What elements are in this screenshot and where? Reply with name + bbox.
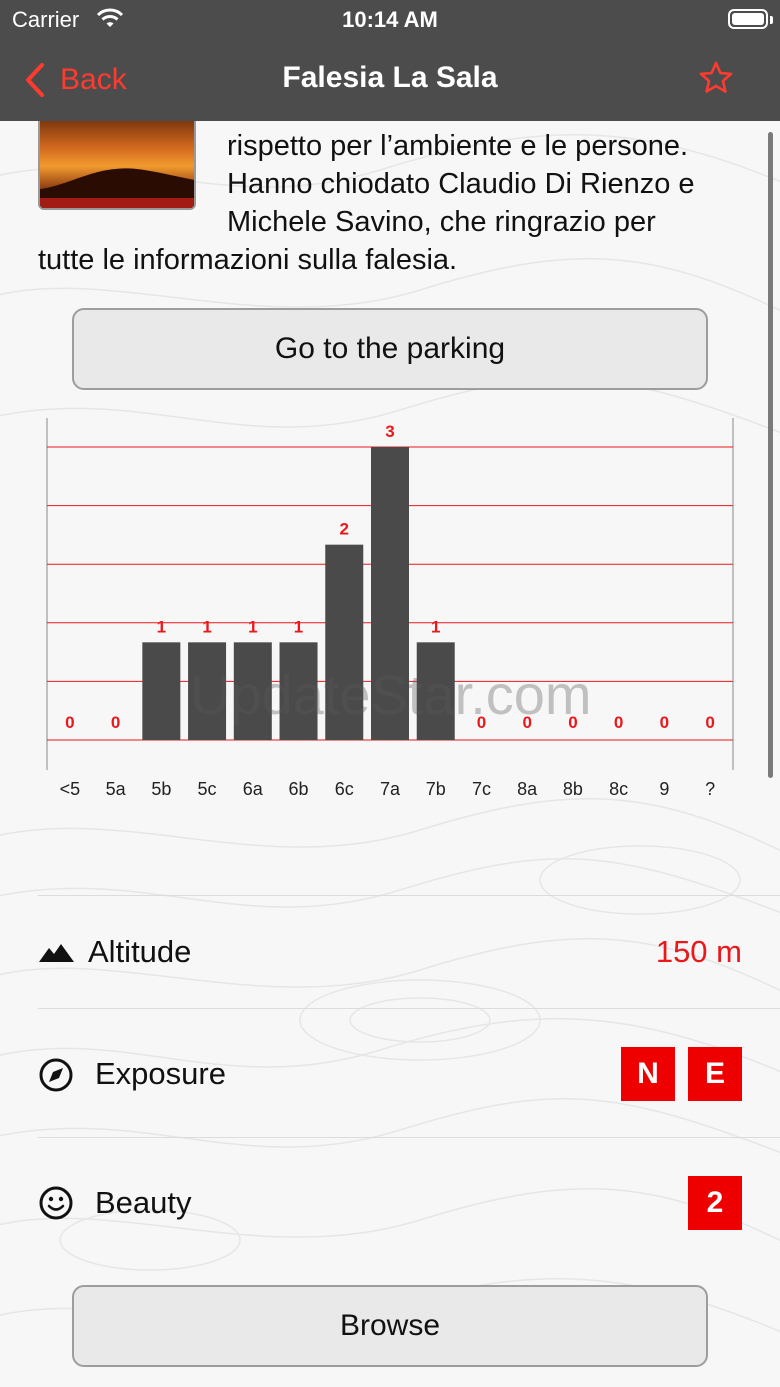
mountain-icon <box>39 944 74 962</box>
separator <box>38 1137 780 1138</box>
exposure-label: Exposure <box>95 1056 226 1091</box>
crag-description: rispetto per l’ambiente e le persone. Ha… <box>38 127 748 279</box>
bar-value-label: 0 <box>65 713 74 732</box>
x-tick-label: 8b <box>563 779 583 799</box>
grade-chart-svg: 0<505a15b15c16a16b26c37a17b07c08a08b08c0… <box>46 418 734 799</box>
bar-5b <box>142 642 181 740</box>
compass-icon <box>39 1058 73 1092</box>
description-line: Hanno chiodato Claudio Di Rienzo e <box>227 168 695 200</box>
beauty-label: Beauty <box>95 1185 192 1220</box>
battery-icon <box>728 9 768 29</box>
bar-value-label: 0 <box>614 713 623 732</box>
bar-value-label: 1 <box>431 617 440 636</box>
x-tick-label: <5 <box>60 779 81 799</box>
bar-value-label: 0 <box>111 713 120 732</box>
description-line: Michele Savino, che ringrazio per <box>227 206 656 238</box>
browse-button[interactable]: Browse <box>72 1285 708 1367</box>
x-tick-label: 6c <box>335 779 354 799</box>
description-line: tutte le informazioni sulla falesia. <box>38 244 458 276</box>
content-scroll[interactable]: rispetto per l’ambiente e le persone. Ha… <box>0 121 780 1387</box>
page-title: Falesia La Sala <box>282 61 498 94</box>
bar-value-label: 2 <box>340 520 349 539</box>
x-tick-label: 6a <box>243 779 264 799</box>
x-tick-label: 8c <box>609 779 628 799</box>
beauty-badge: 2 <box>688 1176 742 1230</box>
favorite-star-icon[interactable] <box>698 60 734 101</box>
x-tick-label: 5a <box>106 779 127 799</box>
status-bar: Carrier 10:14 AM <box>0 0 780 40</box>
x-tick-label: 5b <box>151 779 171 799</box>
x-tick-label: 8a <box>517 779 538 799</box>
altitude-label: Altitude <box>88 934 192 969</box>
go-to-parking-button[interactable]: Go to the parking <box>72 308 708 390</box>
x-tick-label: ? <box>705 779 715 799</box>
separator <box>38 1008 780 1009</box>
clock: 10:14 AM <box>342 7 438 32</box>
bar-value-label: 1 <box>294 617 303 636</box>
x-tick-label: 9 <box>659 779 669 799</box>
navigation-bar: Back Falesia La Sala <box>0 40 780 121</box>
altitude-value: 150 m <box>655 934 742 969</box>
grade-distribution-chart: 0 <5 0 5a 1 5b 1 5c 1 6a 1 6b 2 6c 3 7a 1 7b 0 7c 0 8a 0 8b 0 8c 0… <box>0 418 780 818</box>
bar-value-label: 1 <box>248 617 257 636</box>
smiley-icon <box>39 1186 73 1220</box>
separator <box>38 895 780 896</box>
battery-tip <box>770 16 773 24</box>
bar-value-label: 1 <box>202 617 211 636</box>
x-tick-label: 7c <box>472 779 491 799</box>
x-tick-label: 7a <box>380 779 401 799</box>
exposure-badge-e: E <box>688 1047 742 1101</box>
bar-value-label: 1 <box>157 617 166 636</box>
x-tick-label: 5c <box>198 779 217 799</box>
bar-value-label: 0 <box>705 713 714 732</box>
x-tick-label: 7b <box>426 779 446 799</box>
x-tick-label: 6b <box>289 779 309 799</box>
exposure-badge-n: N <box>621 1047 675 1101</box>
watermark: UpdateStar.com <box>190 663 592 726</box>
description-line: rispetto per l’ambiente e le persone. <box>227 130 689 162</box>
bar-value-label: 3 <box>385 422 394 441</box>
bar-value-label: 0 <box>660 713 669 732</box>
